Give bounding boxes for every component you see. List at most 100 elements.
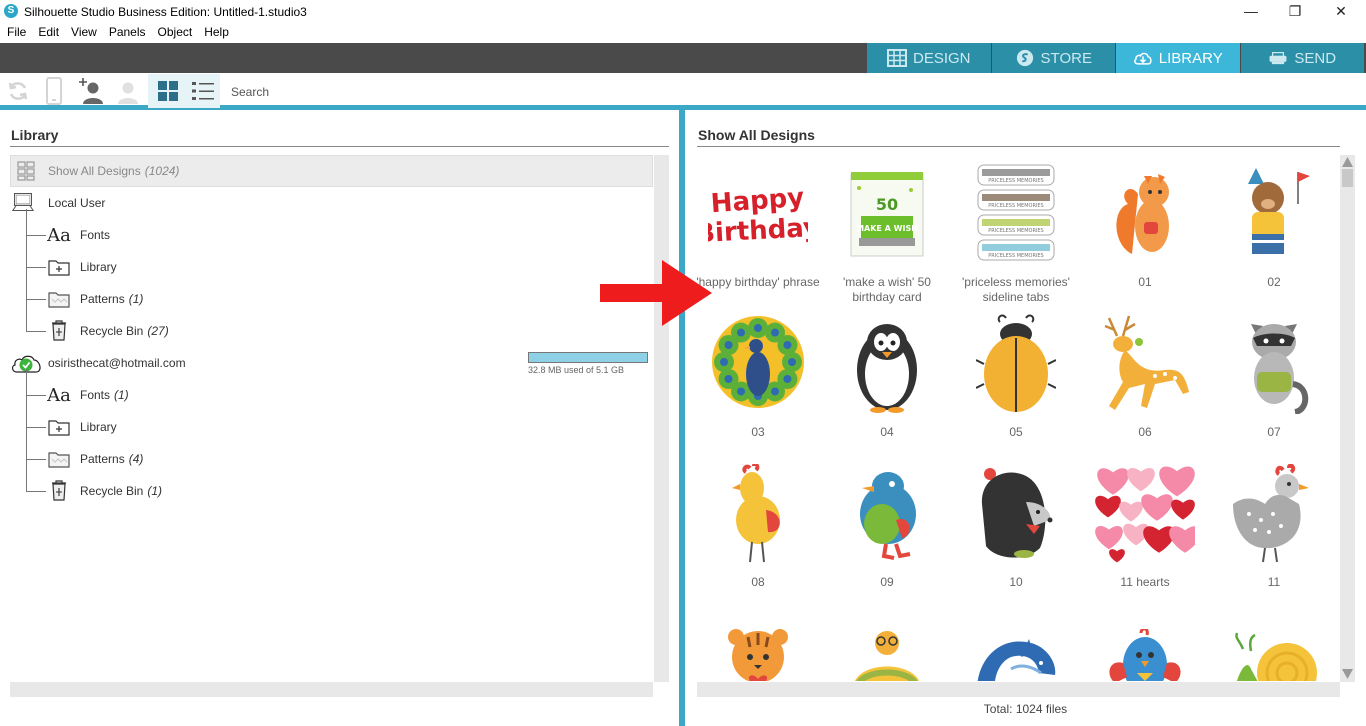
grid-view-button[interactable] bbox=[151, 75, 185, 107]
svg-text:Birthday: Birthday bbox=[708, 213, 808, 249]
design-tile[interactable] bbox=[824, 605, 950, 681]
storage-text: 32.8 MB used of 5.1 GB bbox=[528, 365, 625, 375]
design-label: 08 bbox=[751, 575, 765, 589]
designs-vertical-scrollbar[interactable] bbox=[1340, 155, 1355, 682]
design-tile[interactable]: 01 bbox=[1082, 155, 1208, 305]
design-tile[interactable]: 10 bbox=[953, 455, 1079, 605]
tree-cloud-recycle-label: Recycle Bin bbox=[80, 484, 144, 498]
computer-icon bbox=[12, 191, 34, 213]
design-tile[interactable] bbox=[1082, 605, 1208, 681]
tab-store-label: STORE bbox=[1040, 49, 1092, 67]
library-panel-title: Library bbox=[11, 127, 59, 143]
patterns-folder-icon bbox=[48, 288, 70, 310]
design-tile[interactable]: 11 bbox=[1211, 455, 1337, 605]
menu-object[interactable]: Object bbox=[151, 24, 198, 39]
list-view-button[interactable] bbox=[186, 75, 220, 107]
tree-local-user-label: Local User bbox=[48, 196, 106, 210]
top-tab-bar: DESIGN STORE LIBRARY SEND bbox=[0, 43, 1366, 73]
menu-panels[interactable]: Panels bbox=[102, 24, 151, 39]
library-horizontal-scrollbar[interactable] bbox=[10, 682, 653, 697]
design-thumbnail bbox=[837, 311, 937, 417]
design-tile[interactable]: 04 bbox=[824, 305, 950, 455]
device-button[interactable] bbox=[37, 75, 71, 107]
tree-local-patterns-count: (1) bbox=[128, 292, 144, 306]
menu-view[interactable]: View bbox=[64, 24, 102, 39]
tree-local-library-label: Library bbox=[80, 260, 117, 274]
minimize-icon[interactable]: — bbox=[1228, 0, 1274, 24]
design-label: 05 bbox=[1009, 425, 1023, 439]
design-thumbnail bbox=[1095, 161, 1195, 267]
design-tile[interactable] bbox=[697, 605, 821, 681]
tree-cloud-patterns[interactable]: Patterns (4) bbox=[46, 443, 446, 475]
design-tile[interactable]: 03 bbox=[697, 305, 821, 455]
design-label: 03 bbox=[751, 425, 765, 439]
fonts-icon: Aa bbox=[47, 224, 71, 246]
tree-cloud-library[interactable]: Library bbox=[46, 411, 446, 443]
tab-send[interactable]: SEND bbox=[1240, 43, 1365, 73]
design-label: 11 bbox=[1267, 575, 1281, 589]
tree-connector bbox=[26, 395, 46, 396]
search-input[interactable]: Search bbox=[231, 85, 269, 99]
design-label: 'make a wish' 50 birthday card bbox=[843, 275, 931, 304]
designs-horizontal-scrollbar[interactable] bbox=[697, 682, 1340, 697]
design-label: 07 bbox=[1267, 425, 1281, 439]
sync-button[interactable] bbox=[1, 75, 35, 107]
tree-cloud-fonts[interactable]: Aa Fonts (1) bbox=[46, 379, 446, 411]
design-tile[interactable]: 50 MAKE A WISH 'make a wish' 50 birthday c… bbox=[824, 155, 950, 305]
add-user-button[interactable] bbox=[74, 75, 108, 107]
design-tile[interactable]: 11 hearts bbox=[1082, 455, 1208, 605]
library-tree: Show All Designs (1024) Local User Aa Fon… bbox=[10, 155, 654, 682]
tree-connector bbox=[26, 331, 46, 332]
design-tile[interactable]: 05 bbox=[953, 305, 1079, 455]
design-tile[interactable]: PRICELESS MEMORIES PRICELESS MEMORIES PRIC… bbox=[953, 155, 1079, 305]
design-thumbnail bbox=[966, 311, 1066, 417]
design-thumbnail bbox=[1095, 461, 1195, 567]
tree-local-recycle-bin[interactable]: Recycle Bin (27) bbox=[46, 315, 446, 347]
user-button[interactable] bbox=[110, 75, 144, 107]
maximize-icon[interactable]: ❐ bbox=[1272, 0, 1318, 24]
design-tile[interactable]: 08 bbox=[697, 455, 821, 605]
total-files: Total: 1024 files bbox=[983, 702, 1068, 716]
tree-cloud-user[interactable]: osiristhecat@hotmail.com bbox=[10, 347, 510, 379]
tree-local-recycle-count: (27) bbox=[147, 324, 169, 338]
close-icon[interactable]: ✕ bbox=[1318, 0, 1364, 24]
menu-file[interactable]: File bbox=[0, 24, 31, 39]
thumb-text: PRICELESS MEMORIES bbox=[988, 178, 1044, 184]
tree-local-user[interactable]: Local User bbox=[10, 187, 510, 219]
menu-help[interactable]: Help bbox=[197, 24, 234, 39]
library-vertical-scrollbar[interactable] bbox=[654, 155, 669, 682]
folder-plus-icon bbox=[48, 416, 70, 438]
tab-store[interactable]: STORE bbox=[991, 43, 1116, 73]
menu-edit[interactable]: Edit bbox=[31, 24, 64, 39]
tab-design[interactable]: DESIGN bbox=[867, 43, 992, 73]
tree-local-patterns[interactable]: Patterns (1) bbox=[46, 283, 446, 315]
design-thumbnail: 50 MAKE A WISH bbox=[837, 161, 937, 267]
designs-panel: Show All Designs Happy Birthday 'happy bir… bbox=[685, 115, 1366, 726]
design-label: 09 bbox=[880, 575, 894, 589]
design-tile[interactable]: 06 bbox=[1082, 305, 1208, 455]
design-grid: Happy Birthday 'happy birthday' phrase 50 MA… bbox=[697, 155, 1337, 681]
design-tile[interactable] bbox=[1211, 605, 1337, 681]
user-icon bbox=[118, 82, 138, 104]
tab-library[interactable]: LIBRARY bbox=[1116, 43, 1241, 73]
recycle-bin-icon bbox=[48, 479, 70, 501]
folder-plus-icon bbox=[48, 256, 70, 278]
grid-view-icon bbox=[158, 81, 178, 101]
library-toolbar: Search bbox=[0, 73, 1366, 110]
design-label: 01 bbox=[1138, 275, 1152, 289]
design-label: 'happy birthday' phrase bbox=[697, 275, 820, 289]
tree-local-library[interactable]: Library bbox=[46, 251, 446, 283]
tree-local-fonts[interactable]: Aa Fonts bbox=[46, 219, 446, 251]
design-tile[interactable]: 02 bbox=[1211, 155, 1337, 305]
tree-show-all-designs[interactable]: Show All Designs (1024) bbox=[10, 155, 653, 187]
library-title-rule bbox=[10, 146, 669, 147]
design-tile[interactable]: 09 bbox=[824, 455, 950, 605]
design-thumbnail bbox=[837, 611, 937, 681]
cloud-check-icon bbox=[10, 352, 44, 374]
design-tile[interactable] bbox=[953, 605, 1079, 681]
design-tile[interactable]: 07 bbox=[1211, 305, 1337, 455]
store-icon bbox=[1016, 49, 1033, 67]
design-tile[interactable]: Happy Birthday 'happy birthday' phrase bbox=[697, 155, 821, 305]
designs-grid-icon bbox=[15, 160, 37, 182]
tree-cloud-recycle-bin[interactable]: Recycle Bin (1) bbox=[46, 475, 446, 507]
